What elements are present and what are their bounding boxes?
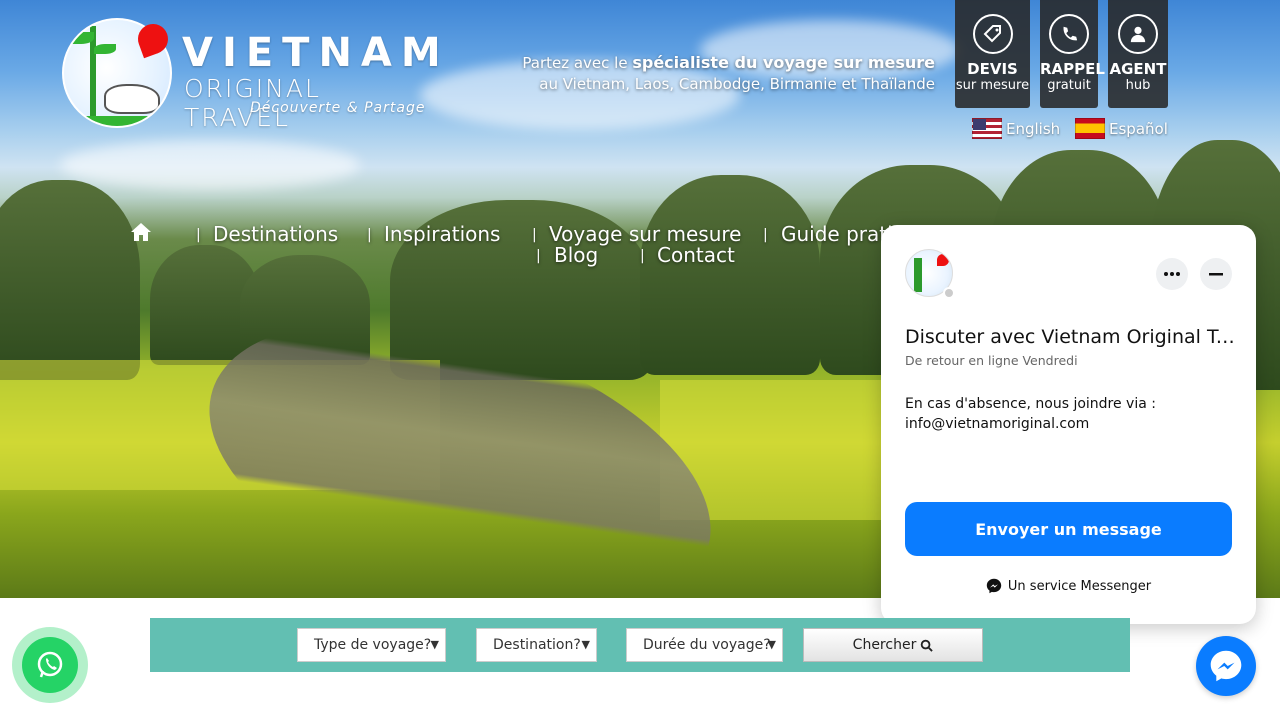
nav-item-inspirations[interactable]: Inspirations: [384, 222, 500, 246]
logo-text-vietnam: VIETNAM: [182, 30, 450, 76]
rappel-button[interactable]: RAPPEL gratuit: [1040, 0, 1105, 108]
nav-item-blog[interactable]: Blog: [554, 243, 598, 267]
chat-footer-text: Un service Messenger: [1007, 578, 1152, 594]
tagline-countries: au Vietnam, Laos, Cambodge, Birmanie et …: [539, 75, 935, 93]
duration-select[interactable]: Durée du voyage? ▼: [626, 628, 783, 662]
chevron-down-icon: ▼: [581, 638, 590, 651]
agent-title: AGENT: [1109, 60, 1167, 78]
more-options-button[interactable]: [1156, 258, 1188, 290]
offline-status-dot: [943, 287, 955, 299]
agent-button[interactable]: AGENT hub: [1108, 0, 1168, 108]
es-flag-icon: [1075, 118, 1105, 139]
buffalo-graphic: [104, 84, 160, 114]
lang-english-label: English: [1006, 119, 1061, 138]
mountain: [640, 175, 820, 375]
destination-value: Destination?: [493, 637, 581, 653]
nav-separator: |: [367, 227, 372, 243]
nav-separator: |: [763, 227, 768, 243]
nav-separator: |: [532, 227, 537, 243]
logo-slogan: Découverte & Partage: [250, 100, 426, 116]
messenger-chat-widget: Discuter avec Vietnam Original Travel De…: [881, 225, 1256, 624]
devis-title: DEVIS: [967, 60, 1018, 78]
grass-graphic: [64, 116, 170, 126]
nav-separator: |: [640, 248, 645, 264]
duration-value: Durée du voyage?: [643, 637, 771, 653]
leaf-graphic: [68, 32, 94, 44]
lang-english[interactable]: English: [972, 118, 1060, 139]
trip-type-select[interactable]: Type de voyage? ▼: [297, 628, 446, 662]
minimize-button[interactable]: [1200, 258, 1232, 290]
tagline-prefix: Partez avec le: [522, 54, 633, 72]
nav-item-contact[interactable]: Contact: [657, 243, 735, 267]
chat-message: En cas d'absence, nous joindre via : inf…: [905, 396, 1156, 432]
cloud: [60, 140, 360, 190]
nav-separator: |: [536, 248, 541, 264]
nav-item-destinations[interactable]: Destinations: [213, 222, 338, 246]
nav-separator: |: [196, 227, 201, 243]
more-icon: [1164, 272, 1180, 276]
tag-icon: [972, 14, 1013, 54]
minimize-icon: [1209, 272, 1223, 275]
destination-select[interactable]: Destination? ▼: [476, 628, 597, 662]
agent-sub: hub: [1125, 78, 1151, 93]
devis-sub: sur mesure: [955, 78, 1030, 93]
whatsapp-icon: [22, 637, 78, 693]
us-flag-icon: [972, 118, 1002, 139]
tagline: Partez avec le spécialiste du voyage sur…: [522, 52, 935, 95]
rappel-sub: gratuit: [1047, 78, 1091, 93]
lang-espanol[interactable]: Español: [1075, 118, 1168, 139]
search-button[interactable]: Chercher: [803, 628, 983, 662]
send-message-button[interactable]: Envoyer un message: [905, 502, 1232, 556]
user-icon: [1118, 14, 1158, 54]
lang-espanol-label: Español: [1109, 119, 1168, 138]
messenger-button[interactable]: [1196, 636, 1256, 696]
rappel-title: RAPPEL: [1040, 60, 1105, 78]
devis-button[interactable]: DEVIS sur mesure: [955, 0, 1030, 108]
chat-title: Discuter avec Vietnam Original Travel: [905, 326, 1235, 348]
phone-icon: [1049, 14, 1089, 54]
leaf-graphic: [94, 44, 116, 54]
chevron-down-icon: ▼: [430, 638, 439, 651]
avatar-bamboo: [914, 258, 922, 292]
messenger-icon: [986, 578, 1002, 594]
site-logo[interactable]: VIETNAM ORIGINAL TRAVEL Découverte & Par…: [60, 16, 441, 132]
whatsapp-button[interactable]: [12, 627, 88, 703]
chat-status: De retour en ligne Vendredi: [905, 353, 1078, 368]
search-bar: Type de voyage? ▼ Destination? ▼ Durée d…: [150, 618, 1130, 672]
chevron-down-icon: ▼: [767, 638, 776, 651]
home-icon[interactable]: [130, 222, 152, 247]
mountain: [0, 180, 140, 380]
messenger-icon: [1210, 650, 1242, 682]
tagline-bold: spécialiste du voyage sur mesure: [632, 53, 935, 72]
search-icon: [921, 639, 934, 652]
trip-type-value: Type de voyage?: [314, 637, 432, 653]
chat-footer: Un service Messenger: [881, 578, 1256, 594]
avatar-red-mark: [937, 254, 949, 266]
search-button-label: Chercher: [852, 637, 917, 653]
